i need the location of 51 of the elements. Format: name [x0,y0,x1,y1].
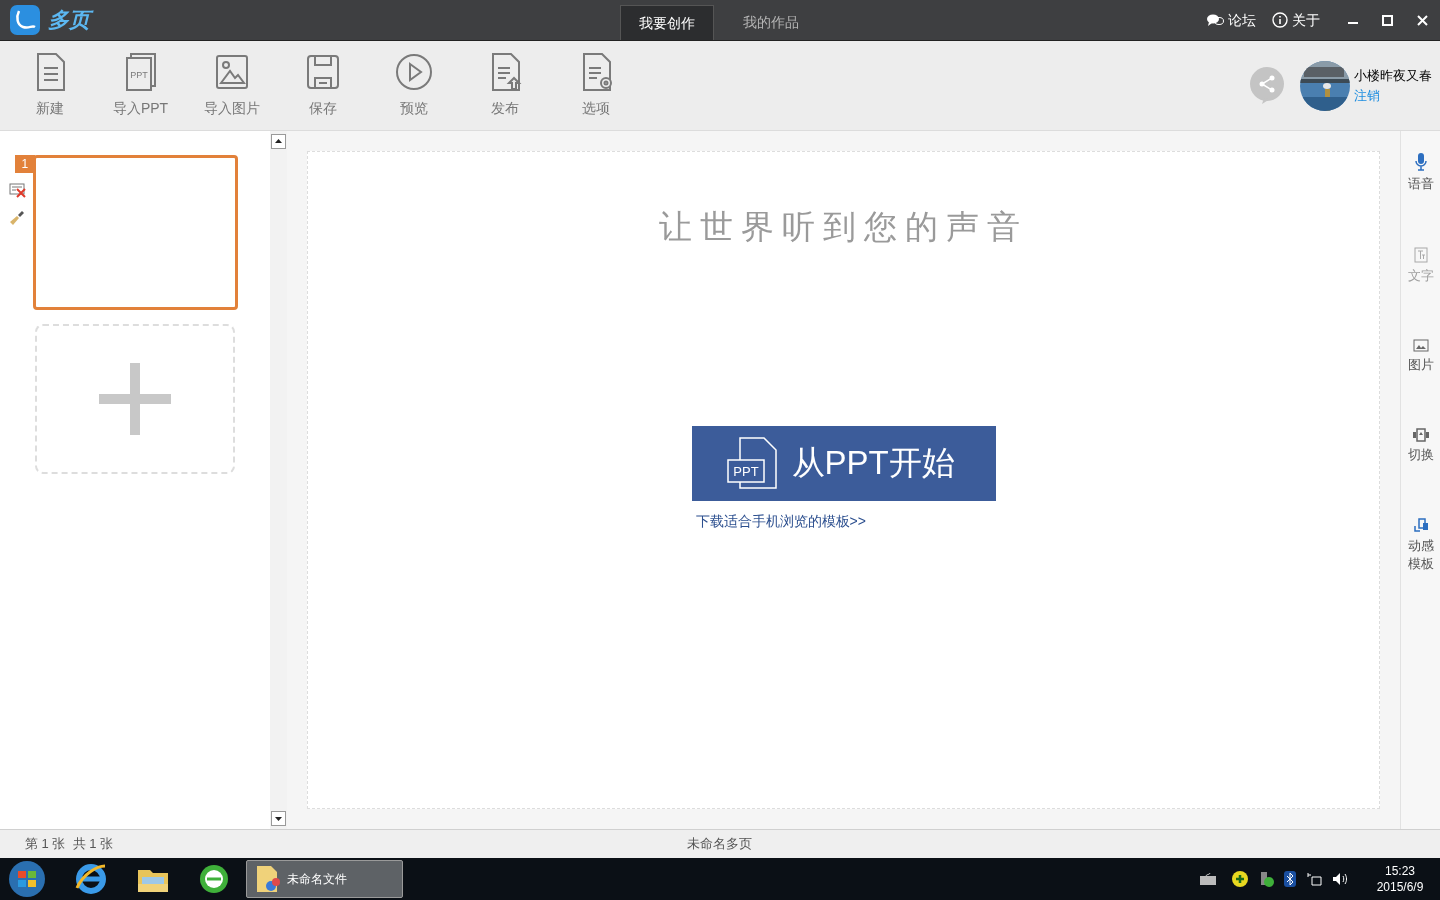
scroll-down-icon[interactable] [271,811,286,826]
toolbar-button[interactable]: 新建 [4,52,95,119]
maximize-icon[interactable] [1382,14,1393,26]
app-logo-icon [10,5,40,35]
slide-count: 第 1 张 共 1 张 [25,835,115,854]
toolbar-button[interactable]: 发布 [459,52,550,119]
canvas-heading: 让世界听到您的声音 [659,207,1028,247]
keyboard-icon[interactable] [1200,873,1216,885]
paint-brush-icon[interactable] [8,210,25,226]
about-link[interactable]: 关于 [1272,9,1320,31]
browser-e-icon[interactable] [74,862,108,896]
slide-number: 1 [14,155,35,173]
start-button-icon[interactable] [6,859,48,899]
document-name: 未命名多页 [687,835,752,854]
side-tool-button[interactable]: 图片 [1404,339,1437,374]
close-icon[interactable] [1417,14,1428,26]
scroll-up-icon[interactable] [271,134,286,149]
microphone-icon [1413,153,1428,171]
motion-template-icon [1412,518,1429,533]
clock-date: 2015/6/9 [1376,879,1424,895]
delete-slide-icon[interactable] [8,183,26,198]
top-tab[interactable]: 我要创作 [620,5,714,40]
toolbar-button[interactable]: 选项 [550,52,641,119]
toolbar-button[interactable]: 保存 [277,52,368,119]
taskbar-window-button[interactable]: 未命名文件 [246,860,403,898]
bluetooth-icon[interactable] [1284,871,1296,887]
transition-icon [1412,428,1429,442]
side-tool-button[interactable]: 动感模板 [1404,518,1437,573]
image-icon [1412,339,1429,352]
volume-icon[interactable] [1332,871,1348,887]
toolbar-button[interactable]: 预览 [368,52,459,119]
chat-bubbles-icon [1207,13,1224,27]
user-name: 小楼昨夜又春 [1354,67,1433,85]
image-icon [213,52,250,92]
side-tool-button[interactable]: 语音 [1404,153,1437,193]
clock-time: 15:23 [1385,863,1415,879]
start-from-ppt-button[interactable]: PPT 从PPT开始 [691,425,996,501]
template-download-link[interactable]: 下载适合手机浏览的模板>> [695,510,866,532]
top-tab[interactable]: 我的作品 [714,5,828,40]
logout-link[interactable]: 注销 [1354,85,1440,105]
scrollbar[interactable] [270,131,287,829]
toolbar-button[interactable]: 导入图片 [186,52,277,119]
text-icon [1413,247,1428,263]
network-icon[interactable] [1306,871,1322,887]
toolbar-button[interactable]: PPT 导入PPT [95,52,186,119]
play-icon [394,52,433,92]
plus-icon [99,363,171,435]
slide-thumbnail[interactable] [32,155,238,310]
info-icon [1272,12,1288,28]
side-tool-button[interactable]: 切换 [1404,428,1437,464]
forum-link[interactable]: 论坛 [1207,9,1256,31]
